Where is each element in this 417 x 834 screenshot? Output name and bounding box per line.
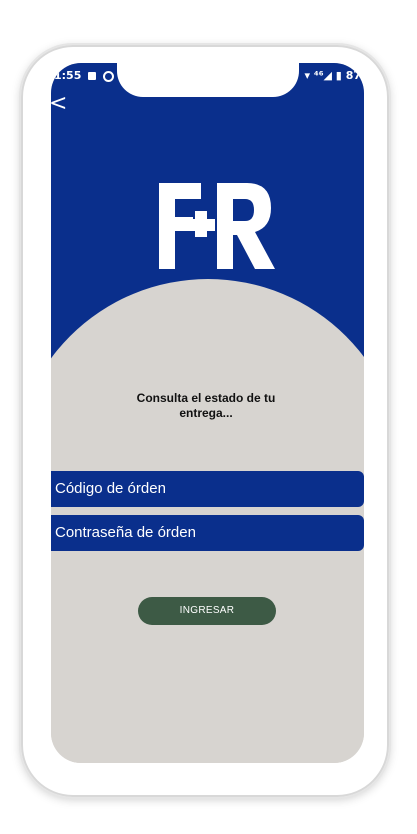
device-notch	[117, 63, 299, 97]
status-indicators: ▾ ⁴⁶◢ ▮ 87	[304, 69, 361, 82]
notification-icon	[88, 72, 96, 80]
stage: 1:55 ▾ ⁴⁶◢ ▮ 87 < FR Consulta el estado …	[0, 0, 417, 834]
submit-button[interactable]: INGRESAR	[138, 597, 276, 625]
brand-logo: FR	[159, 183, 275, 269]
status-time: 1:55	[54, 69, 82, 82]
back-arrow-icon[interactable]: <	[51, 93, 67, 115]
app-screen: 1:55 ▾ ⁴⁶◢ ▮ 87 < FR Consulta el estado …	[51, 63, 364, 763]
order-password-field[interactable]: Contraseña de órden	[51, 515, 364, 551]
page-headline: Consulta el estado de tu entrega...	[106, 391, 306, 421]
order-code-field[interactable]: Código de órden	[51, 471, 364, 507]
headline-line-2: entrega...	[179, 406, 233, 420]
headline-line-1: Consulta el estado de tu	[136, 391, 276, 405]
sync-icon	[103, 71, 114, 82]
